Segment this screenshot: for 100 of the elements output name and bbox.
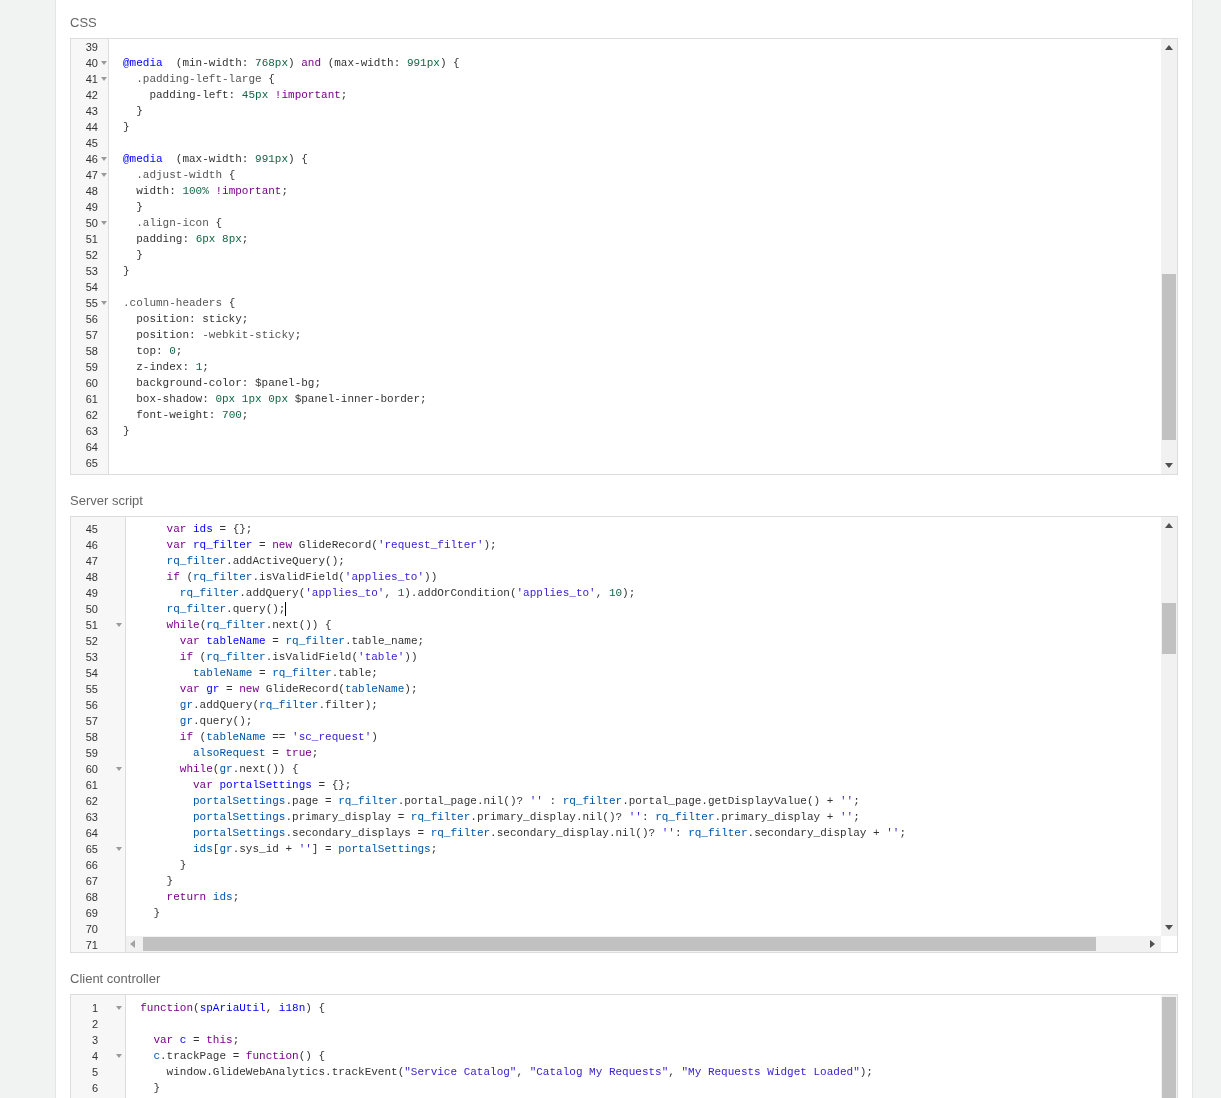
code-line: tableName = rq_filter.table; xyxy=(192,666,378,681)
code-line: z-index: 1; xyxy=(135,360,209,375)
line-number: 56 xyxy=(84,312,98,327)
code-line: width: 100% !important; xyxy=(135,184,289,199)
line-number: 50 xyxy=(84,216,98,231)
line-number: 47 xyxy=(84,168,98,183)
scroll-down-icon[interactable] xyxy=(1165,925,1173,930)
line-number: 45 xyxy=(84,522,98,537)
line-number: 54 xyxy=(84,666,98,681)
line-number: 51 xyxy=(84,618,98,633)
line-number: 65 xyxy=(84,456,98,471)
fold-arrow-icon[interactable] xyxy=(116,623,122,627)
code-editor[interactable] xyxy=(70,516,1178,953)
line-number: 63 xyxy=(84,424,98,439)
line-number: 48 xyxy=(84,570,98,585)
code-line: position: -webkit-sticky; xyxy=(135,328,302,343)
code-line: top: 0; xyxy=(135,344,183,359)
line-number: 58 xyxy=(84,344,98,359)
fold-arrow-icon[interactable] xyxy=(101,61,107,65)
fold-arrow-icon[interactable] xyxy=(101,77,107,81)
line-number: 64 xyxy=(84,440,98,455)
code-line: if (tableName == 'sc_request') xyxy=(178,730,378,745)
fold-arrow-icon[interactable] xyxy=(101,301,107,305)
line-number: 40 xyxy=(84,56,98,71)
line-number: 60 xyxy=(84,376,98,391)
code-line: gr.addQuery(rq_filter.filter); xyxy=(178,698,378,713)
line-number: 57 xyxy=(84,328,98,343)
line-number: 64 xyxy=(84,826,98,841)
code-line: rq_filter.addActiveQuery(); xyxy=(165,554,345,569)
code-line: function(spAriaUtil, i18n) { xyxy=(139,1001,326,1016)
line-number: 47 xyxy=(84,554,98,569)
line-number: 62 xyxy=(84,408,98,423)
code-line: font-weight: 700; xyxy=(135,408,249,423)
scrollbar-thumb[interactable] xyxy=(1162,603,1176,654)
code-line: portalSettings.secondary_displays = rq_filter.secondary_display.nil()? '': rq_filter.secondary_display + ''; xyxy=(192,826,906,841)
line-number: 42 xyxy=(84,88,98,103)
code-editor[interactable]: 1 2 3 4 5 6 function(spAriaUtil, i18n) { var c = this; c.trackPage = function() { window.GlideWebAnalytics.trackEvent("Service Catalog", "Catalog My Requests", "My Requests Widget Loaded"); } xyxy=(70,994,1178,1098)
fold-arrow-icon[interactable] xyxy=(116,1054,122,1058)
line-number: 50 xyxy=(84,602,98,617)
code-line: if (rq_filter.isValidField('table')) xyxy=(178,650,418,665)
code-line: .column-headers { xyxy=(123,296,236,311)
code-line: return ids; xyxy=(165,890,240,905)
code-line: } xyxy=(123,120,130,135)
line-number: 62 xyxy=(84,794,98,809)
fold-arrow-icon[interactable] xyxy=(101,173,107,177)
scrollbar-thumb[interactable] xyxy=(1162,274,1176,440)
code-line: @media (min-width: 768px) and (max-width: 991px) { xyxy=(123,56,460,71)
line-number: 56 xyxy=(84,698,98,713)
scroll-up-icon[interactable] xyxy=(1165,45,1173,50)
line-number: 45 xyxy=(84,136,98,151)
code-line: portalSettings.primary_display = rq_filter.primary_display.nil()? '': rq_filter.primary_display + ''; xyxy=(192,810,860,825)
code-line: position: sticky; xyxy=(135,312,249,327)
scroll-right-icon[interactable] xyxy=(1150,940,1155,948)
code-line: padding: 6px 8px; xyxy=(135,232,249,247)
line-number: 46 xyxy=(84,152,98,167)
code-line: padding-left: 45px !important; xyxy=(148,88,348,103)
fold-arrow-icon[interactable] xyxy=(116,847,122,851)
scroll-down-icon[interactable] xyxy=(1165,463,1173,468)
code-line: } xyxy=(165,874,174,889)
line-number: 68 xyxy=(84,890,98,905)
line-number: 69 xyxy=(84,906,98,921)
line-number: 49 xyxy=(84,586,98,601)
code-line: } xyxy=(135,248,143,263)
code-line: if (rq_filter.isValidField('applies_to')) xyxy=(165,570,438,585)
code-line: var c = this; xyxy=(152,1033,240,1048)
line-number: 59 xyxy=(84,360,98,375)
code-line: alsoRequest = true; xyxy=(192,746,319,761)
line-number: 1 xyxy=(90,1001,98,1016)
fold-arrow-icon[interactable] xyxy=(116,767,122,771)
scrollbar-thumb[interactable] xyxy=(143,937,1096,951)
section-label: Server script xyxy=(70,493,144,509)
code-line: } xyxy=(178,858,187,873)
code-line: rq_filter.query(); xyxy=(165,602,286,617)
line-number: 61 xyxy=(84,392,98,407)
line-number: 41 xyxy=(84,72,98,87)
line-number: 43 xyxy=(84,104,98,119)
line-number: 53 xyxy=(84,264,98,279)
code-line: var ids = {}; xyxy=(165,522,253,537)
line-number: 53 xyxy=(84,650,98,665)
code-line: @media (max-width: 991px) { xyxy=(123,152,308,167)
code-line: var gr = new GlideRecord(tableName); xyxy=(178,682,418,697)
code-line: } xyxy=(152,906,160,921)
line-number: 57 xyxy=(84,714,98,729)
code-line: .padding-left-large { xyxy=(135,72,275,87)
code-line: .align-icon { xyxy=(135,216,223,231)
fold-arrow-icon[interactable] xyxy=(101,221,107,225)
fold-arrow-icon[interactable] xyxy=(116,1006,122,1010)
line-number: 49 xyxy=(84,200,98,215)
section-label: CSS xyxy=(70,15,98,31)
line-number: 71 xyxy=(84,938,98,952)
line-number: 61 xyxy=(84,778,98,793)
code-line: .adjust-width { xyxy=(135,168,236,183)
line-number: 39 xyxy=(84,40,98,55)
line-number: 51 xyxy=(84,232,98,247)
scroll-up-icon[interactable] xyxy=(1165,523,1173,528)
line-number: 67 xyxy=(84,874,98,889)
fold-arrow-icon[interactable] xyxy=(101,157,107,161)
code-line: ids[gr.sys_id + ''] = portalSettings; xyxy=(192,842,438,857)
scroll-left-icon[interactable] xyxy=(130,940,135,948)
line-number: 55 xyxy=(84,682,98,697)
